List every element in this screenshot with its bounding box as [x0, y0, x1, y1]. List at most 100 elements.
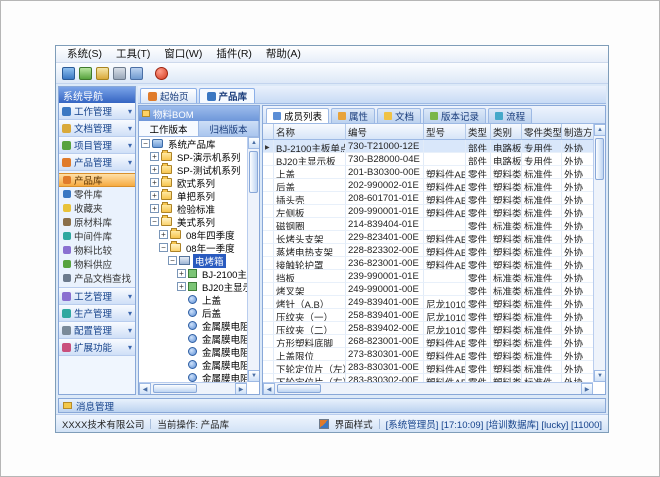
- scroll-down-button[interactable]: ▼: [594, 370, 606, 382]
- nav-group-header[interactable]: 工艺管理 ▾: [59, 288, 135, 305]
- table-horizontal-scrollbar[interactable]: ◀ ▶: [263, 382, 593, 394]
- table-row[interactable]: 左侧板 209-990001-01E 塑料件ABS 零件 塑料类 标准件 外协 …: [263, 205, 593, 218]
- column-header[interactable]: 类别: [491, 124, 522, 140]
- nav-item[interactable]: 中间件库: [59, 229, 135, 243]
- scroll-left-button[interactable]: ◀: [263, 383, 275, 395]
- tree-toggle[interactable]: +: [150, 165, 159, 174]
- scrollbar-track[interactable]: [151, 383, 235, 394]
- detail-tab[interactable]: 成员列表: [266, 108, 329, 123]
- detail-tab[interactable]: 属性: [331, 108, 375, 123]
- message-bar[interactable]: 消息管理: [58, 398, 606, 413]
- scroll-up-button[interactable]: ▲: [248, 137, 260, 149]
- scrollbar-thumb[interactable]: [277, 384, 321, 393]
- table-row[interactable]: 磁钢圈 214-839404-01E 零件 标准类 标准件 外协 条: [263, 218, 593, 231]
- tree-toggle[interactable]: −: [168, 256, 177, 265]
- menu-item[interactable]: 插件(R): [209, 47, 259, 62]
- nav-group-header[interactable]: 生产管理 ▾: [59, 305, 135, 322]
- column-header[interactable]: 编号: [346, 124, 424, 140]
- detail-tab[interactable]: 流程: [488, 108, 532, 123]
- scroll-up-button[interactable]: ▲: [594, 124, 606, 136]
- tree-node[interactable]: 金属膜电阻器: [139, 371, 247, 382]
- tree-node[interactable]: + 08年四季度: [139, 228, 247, 241]
- tree-node[interactable]: + 单把系列: [139, 189, 247, 202]
- table-row[interactable]: 烤叉架 249-990001-00E 零件 标准类 标准件 外协 条: [263, 283, 593, 296]
- tree-node[interactable]: 金属膜电阻器: [139, 358, 247, 371]
- menu-item[interactable]: 帮助(A): [259, 47, 308, 62]
- scrollbar-thumb[interactable]: [153, 384, 197, 393]
- style-picker-icon[interactable]: [319, 419, 329, 429]
- nav-group-header[interactable]: 产品管理 ▾: [59, 154, 135, 171]
- table-row[interactable]: 下轮定位片（左） 283-830301-00E 塑料件ABS 零件 塑料类 标准…: [263, 361, 593, 374]
- tree-horizontal-scrollbar[interactable]: ◀ ▶: [139, 382, 247, 394]
- nav-group-header[interactable]: 扩展功能 ▾: [59, 339, 135, 356]
- tree-node[interactable]: + SP-演示机系列: [139, 150, 247, 163]
- table-row[interactable]: 上盖限位 273-830301-00E 塑料件ABS 零件 塑料类 标准件 外协…: [263, 348, 593, 361]
- nav-group-header[interactable]: 配置管理 ▾: [59, 322, 135, 339]
- tree-vertical-scrollbar[interactable]: ▲ ▼: [247, 137, 259, 382]
- tree-node[interactable]: + SP-测试机系列: [139, 163, 247, 176]
- document-tab[interactable]: 产品库: [199, 88, 256, 103]
- table-row[interactable]: 蒸烤电热支架 228-823302-00E 塑料件ABS 零件 塑料类 标准件 …: [263, 244, 593, 257]
- nav-item[interactable]: 物料供应: [59, 257, 135, 271]
- nav-item[interactable]: 产品库: [59, 173, 135, 187]
- table-row[interactable]: BJ20主显示板 730-B28000-04E 部件 电路板 专用件 外协 颗: [263, 153, 593, 166]
- tree-node[interactable]: 后盖: [139, 306, 247, 319]
- toolbar-icon[interactable]: [79, 67, 92, 80]
- tree-node[interactable]: + 欧式系列: [139, 176, 247, 189]
- tree-node[interactable]: 上盖: [139, 293, 247, 306]
- scrollbar-thumb[interactable]: [595, 138, 604, 180]
- table-row[interactable]: 方形塑料底脚 268-823001-00E 塑料件ABS 零件 塑料类 标准件 …: [263, 335, 593, 348]
- tree-toggle[interactable]: +: [150, 178, 159, 187]
- tree-node[interactable]: − 美式系列: [139, 215, 247, 228]
- nav-item[interactable]: 零件库: [59, 187, 135, 201]
- nav-item[interactable]: 收藏夹: [59, 201, 135, 215]
- tree-toggle[interactable]: +: [150, 204, 159, 213]
- detail-tab[interactable]: 文档: [377, 108, 421, 123]
- tree-toggle[interactable]: −: [150, 217, 159, 226]
- table-row[interactable]: 烤针（A.B） 249-839401-00E 尼龙1010 零件 塑料类 标准件…: [263, 296, 593, 309]
- nav-item[interactable]: 产品文档查找: [59, 271, 135, 285]
- tree-toggle[interactable]: +: [150, 152, 159, 161]
- table-row[interactable]: 接触轮护罩 236-823001-00E 塑料件ABS 零件 塑料类 标准件 外…: [263, 257, 593, 270]
- toolbar-icon[interactable]: [155, 67, 168, 80]
- tree-node[interactable]: − 08年一季度: [139, 241, 247, 254]
- tree-toggle[interactable]: +: [177, 282, 186, 291]
- nav-item[interactable]: 原材料库: [59, 215, 135, 229]
- nav-group-header[interactable]: 项目管理 ▾: [59, 137, 135, 154]
- column-header[interactable]: 型号: [424, 124, 466, 140]
- scroll-down-button[interactable]: ▼: [248, 370, 260, 382]
- tree-node[interactable]: 金属膜电阻器: [139, 319, 247, 332]
- tree-node[interactable]: + BJ20主显示板: [139, 280, 247, 293]
- toolbar-icon[interactable]: [96, 67, 109, 80]
- tree-toggle[interactable]: +: [177, 269, 186, 278]
- table-row[interactable]: 压纹夹（一） 258-839401-00E 尼龙1010 零件 塑料类 标准件 …: [263, 309, 593, 322]
- toolbar-icon[interactable]: [130, 67, 143, 80]
- tree-toggle[interactable]: −: [159, 243, 168, 252]
- scrollbar-track[interactable]: [248, 149, 259, 370]
- toolbar-icon[interactable]: [113, 67, 126, 80]
- detail-tab[interactable]: 版本记录: [423, 108, 486, 123]
- tree-toggle[interactable]: +: [159, 230, 168, 239]
- scrollbar-track[interactable]: [594, 136, 605, 370]
- menu-item[interactable]: 窗口(W): [157, 47, 209, 62]
- nav-item[interactable]: 物料比较: [59, 243, 135, 257]
- column-header[interactable]: 制造方式: [562, 124, 593, 140]
- menu-item[interactable]: 系统(S): [60, 47, 109, 62]
- table-row[interactable]: BJ-2100主板单点 730-T21000-12E 部件 电路板 专用件 外协…: [263, 140, 593, 153]
- table-row[interactable]: 下轮定位片（右） 283-830302-00E 塑料件ABS 零件 塑料类 标准…: [263, 374, 593, 382]
- column-header[interactable]: 名称: [274, 124, 346, 140]
- table-row[interactable]: 挡板 239-990001-01E 零件 标准类 标准件 外协 条: [263, 270, 593, 283]
- scrollbar-thumb[interactable]: [249, 151, 258, 193]
- table-row[interactable]: 上盖 201-B30300-00E 塑料件ABS 零件 塑料类 标准件 外协 条: [263, 166, 593, 179]
- tree-node[interactable]: 金属膜电阻器: [139, 345, 247, 358]
- table-vertical-scrollbar[interactable]: ▲ ▼: [593, 124, 605, 382]
- document-tab[interactable]: 起始页: [140, 88, 197, 103]
- toolbar-icon[interactable]: [62, 67, 75, 80]
- table-row[interactable]: 插头壳 208-601701-01E 塑料件ABS 零件 塑料类 标准件 外协 …: [263, 192, 593, 205]
- tree-toggle[interactable]: −: [141, 139, 150, 148]
- style-label[interactable]: 界面样式: [335, 417, 373, 431]
- nav-group-header[interactable]: 文档管理 ▾: [59, 120, 135, 137]
- nav-group-header[interactable]: 工作管理 ▾: [59, 103, 135, 120]
- tree-node[interactable]: 金属膜电阻器: [139, 332, 247, 345]
- tree-node[interactable]: − 系统产品库: [139, 137, 247, 150]
